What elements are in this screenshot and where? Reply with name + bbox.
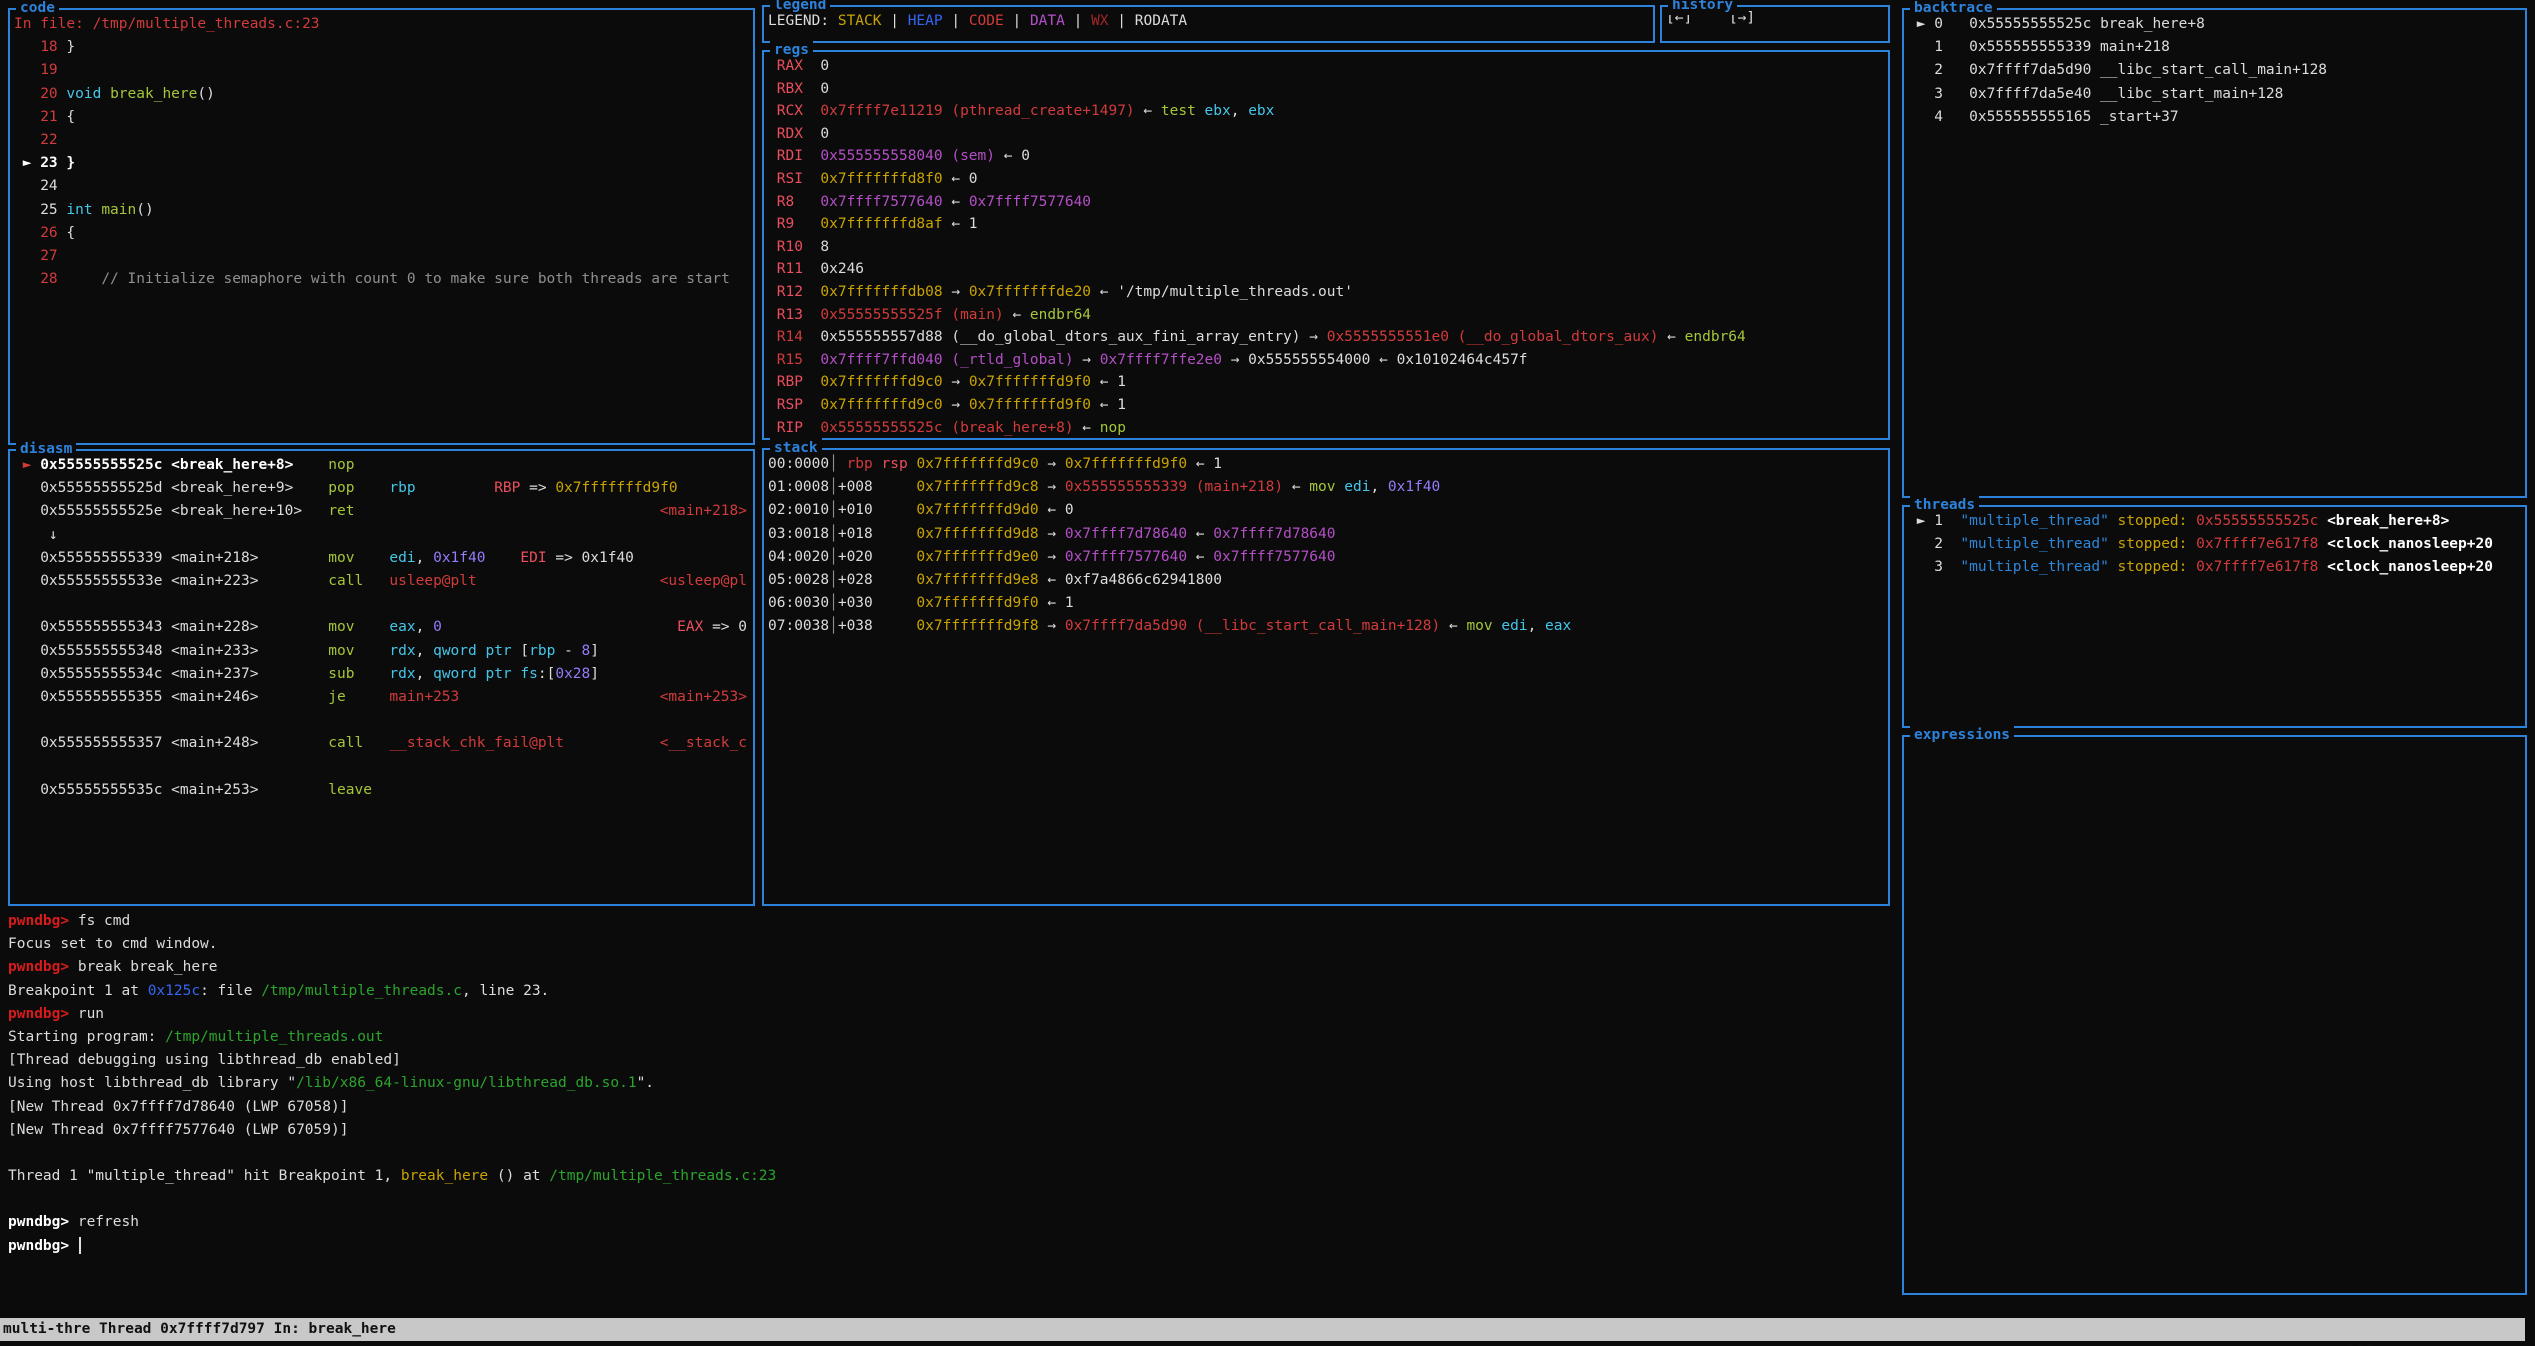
stack-row: 06:0030│+030 0x7fffffffd9f0 ← 1 — [768, 592, 1884, 615]
backtrace-frame: 2 0x7ffff7da5d90 __libc_start_call_main+… — [1908, 59, 2521, 82]
panel-history-title: history — [1668, 0, 1737, 15]
register-row: R10 8 — [768, 236, 1884, 259]
stack-row: 01:0008│+008 0x7fffffffd9c8 → 0x55555555… — [768, 476, 1884, 499]
disasm-row: 0x555555555355 <main+246> je main+253<ma… — [14, 686, 749, 709]
code-line: 20 void break_here() — [14, 83, 749, 106]
stack-row: 05:0028│+028 0x7fffffffd9e8 ← 0xf7a4866c… — [768, 569, 1884, 592]
panel-disasm: disasm ► 0x55555555525c <break_here+8> n… — [8, 449, 755, 906]
code-line: 21 { — [14, 106, 749, 129]
disasm-row — [14, 593, 749, 616]
legend-line: LEGEND: STACK | HEAP | CODE | DATA | WX … — [768, 10, 1649, 33]
register-row: RAX 0 — [768, 55, 1884, 78]
disasm-row: 0x55555555534c <main+237> sub rdx, qword… — [14, 663, 749, 686]
register-row: R9 0x7fffffffd8af ← 1 — [768, 213, 1884, 236]
panel-expressions-title: expressions — [1910, 725, 2014, 745]
code-line: 19 — [14, 59, 749, 82]
terminal-line: pwndbg> refresh — [8, 1211, 1892, 1234]
terminal-line: Thread 1 "multiple_thread" hit Breakpoin… — [8, 1165, 1892, 1188]
disasm-row: 0x555555555339 <main+218> mov edi, 0x1f4… — [14, 547, 749, 570]
terminal-line: Focus set to cmd window. — [8, 933, 1892, 956]
register-row: RCX 0x7ffff7e11219 (pthread_create+1497)… — [768, 100, 1884, 123]
expressions-list — [1904, 737, 2525, 1293]
code-line: 26 { — [14, 222, 749, 245]
stack-row: 03:0018│+018 0x7fffffffd9d8 → 0x7ffff7d7… — [768, 523, 1884, 546]
disasm-row: 0x55555555533e <main+223> call usleep@pl… — [14, 570, 749, 593]
disasm-listing: ► 0x55555555525c <break_here+8> nop 0x55… — [10, 451, 753, 904]
terminal-line: pwndbg> break break_here — [8, 956, 1892, 979]
registers-list: RAX 0 RBX 0 RCX 0x7ffff7e11219 (pthread_… — [764, 52, 1888, 438]
code-line: ► 23 } — [14, 152, 749, 175]
backtrace-frame: 4 0x555555555165 _start+37 — [1908, 106, 2521, 129]
terminal-line — [8, 1142, 1892, 1165]
status-context: multi-thre Thread 0x7ffff7d797 In: break… — [3, 1318, 396, 1341]
disasm-row: 0x555555555343 <main+228> mov eax, 0EAX … — [14, 616, 749, 639]
backtrace-list: ► 0 0x55555555525c break_here+8 1 0x5555… — [1904, 10, 2525, 496]
terminal-line: [New Thread 0x7ffff7577640 (LWP 67059)] — [8, 1119, 1892, 1142]
code-source: In file: /tmp/multiple_threads.c:23 18 }… — [10, 10, 753, 443]
register-row: R12 0x7fffffffdb08 → 0x7fffffffde20 ← '/… — [768, 281, 1884, 304]
disasm-row: ► 0x55555555525c <break_here+8> nop — [14, 454, 749, 477]
threads-list: ► 1 "multiple_thread" stopped: 0x5555555… — [1904, 507, 2525, 726]
disasm-row: 0x555555555357 <main+248> call __stack_c… — [14, 732, 749, 755]
register-row: R11 0x246 — [768, 258, 1884, 281]
terminal-line: [Thread debugging using libthread_db ena… — [8, 1049, 1892, 1072]
disasm-row — [14, 755, 749, 778]
code-line: In file: /tmp/multiple_threads.c:23 — [14, 13, 749, 36]
register-row: R15 0x7ffff7ffd040 (_rtld_global) → 0x7f… — [768, 349, 1884, 372]
backtrace-frame: 1 0x555555555339 main+218 — [1908, 36, 2521, 59]
panel-regs: regs RAX 0 RBX 0 RCX 0x7ffff7e11219 (pth… — [762, 50, 1890, 440]
code-line: 22 — [14, 129, 749, 152]
terminal-line: Starting program: /tmp/multiple_threads.… — [8, 1026, 1892, 1049]
pwndbg-screen: code In file: /tmp/multiple_threads.c:23… — [0, 0, 2535, 1346]
code-line: 18 } — [14, 36, 749, 59]
disasm-row: 0x55555555525d <break_here+9> pop rbp RB… — [14, 477, 749, 500]
stack-list: 00:0000│ rbp rsp 0x7fffffffd9c0 → 0x7fff… — [764, 450, 1888, 904]
terminal-line: [New Thread 0x7ffff7d78640 (LWP 67058)] — [8, 1096, 1892, 1119]
register-row: R13 0x55555555525f (main) ← endbr64 — [768, 304, 1884, 327]
panel-legend: legend LEGEND: STACK | HEAP | CODE | DAT… — [762, 5, 1655, 43]
terminal-line: Breakpoint 1 at 0x125c: file /tmp/multip… — [8, 980, 1892, 1003]
code-line: 24 — [14, 175, 749, 198]
panel-backtrace: backtrace ► 0 0x55555555525c break_here+… — [1902, 8, 2527, 498]
terminal-line: pwndbg> run — [8, 1003, 1892, 1026]
register-row: R8 0x7ffff7577640 ← 0x7ffff7577640 — [768, 191, 1884, 214]
legend-row: LEGEND: STACK | HEAP | CODE | DATA | WX … — [764, 7, 1653, 41]
terminal-line — [8, 1188, 1892, 1211]
disasm-row: 0x555555555348 <main+233> mov rdx, qword… — [14, 640, 749, 663]
register-row: RIP 0x55555555525c (break_here+8) ← nop — [768, 417, 1884, 439]
register-row: RBX 0 — [768, 78, 1884, 101]
panel-expressions: expressions — [1902, 735, 2527, 1295]
register-row: RBP 0x7fffffffd9c0 → 0x7fffffffd9f0 ← 1 — [768, 371, 1884, 394]
code-line: 27 — [14, 245, 749, 268]
stack-row: 04:0020│+020 0x7fffffffd9e0 → 0x7ffff757… — [768, 546, 1884, 569]
register-row: RDI 0x555555558040 (sem) ← 0 — [768, 145, 1884, 168]
panel-history: history [←] [→] — [1660, 5, 1890, 43]
backtrace-frame: 3 0x7ffff7da5e40 __libc_start_main+128 — [1908, 83, 2521, 106]
disasm-row: 0x55555555535c <main+253> leave — [14, 779, 749, 802]
thread-row: ► 1 "multiple_thread" stopped: 0x5555555… — [1908, 510, 2521, 533]
terminal-line: pwndbg> — [8, 1235, 1892, 1258]
backtrace-frame: ► 0 0x55555555525c break_here+8 — [1908, 13, 2521, 36]
terminal-line: Using host libthread_db library "/lib/x8… — [8, 1072, 1892, 1095]
panel-stack: stack 00:0000│ rbp rsp 0x7fffffffd9c0 → … — [762, 448, 1890, 906]
register-row: R14 0x555555557d88 (__do_global_dtors_au… — [768, 326, 1884, 349]
code-line: 28 // Initialize semaphore with count 0 … — [14, 268, 749, 291]
thread-row: 3 "multiple_thread" stopped: 0x7ffff7e61… — [1908, 556, 2521, 579]
register-row: RSI 0x7fffffffd8f0 ← 0 — [768, 168, 1884, 191]
stack-row: 00:0000│ rbp rsp 0x7fffffffd9c0 → 0x7fff… — [768, 453, 1884, 476]
command-terminal[interactable]: pwndbg> fs cmdFocus set to cmd window.pw… — [8, 910, 1892, 1310]
stack-row: 02:0010│+010 0x7fffffffd9d0 ← 0 — [768, 499, 1884, 522]
status-bar: multi-thre Thread 0x7ffff7d797 In: break… — [0, 1318, 2525, 1341]
terminal-line: pwndbg> fs cmd — [8, 910, 1892, 933]
code-line: 25 int main() — [14, 199, 749, 222]
panel-code: code In file: /tmp/multiple_threads.c:23… — [8, 8, 755, 445]
disasm-row: 0x55555555525e <break_here+10> ret<main+… — [14, 500, 749, 523]
disasm-row: ↓ — [14, 524, 749, 547]
panel-threads: threads ► 1 "multiple_thread" stopped: 0… — [1902, 505, 2527, 728]
register-row: RDX 0 — [768, 123, 1884, 146]
disasm-row — [14, 709, 749, 732]
stack-row: 07:0038│+038 0x7fffffffd9f8 → 0x7ffff7da… — [768, 615, 1884, 638]
register-row: RSP 0x7fffffffd9c0 → 0x7fffffffd9f0 ← 1 — [768, 394, 1884, 417]
thread-row: 2 "multiple_thread" stopped: 0x7ffff7e61… — [1908, 533, 2521, 556]
